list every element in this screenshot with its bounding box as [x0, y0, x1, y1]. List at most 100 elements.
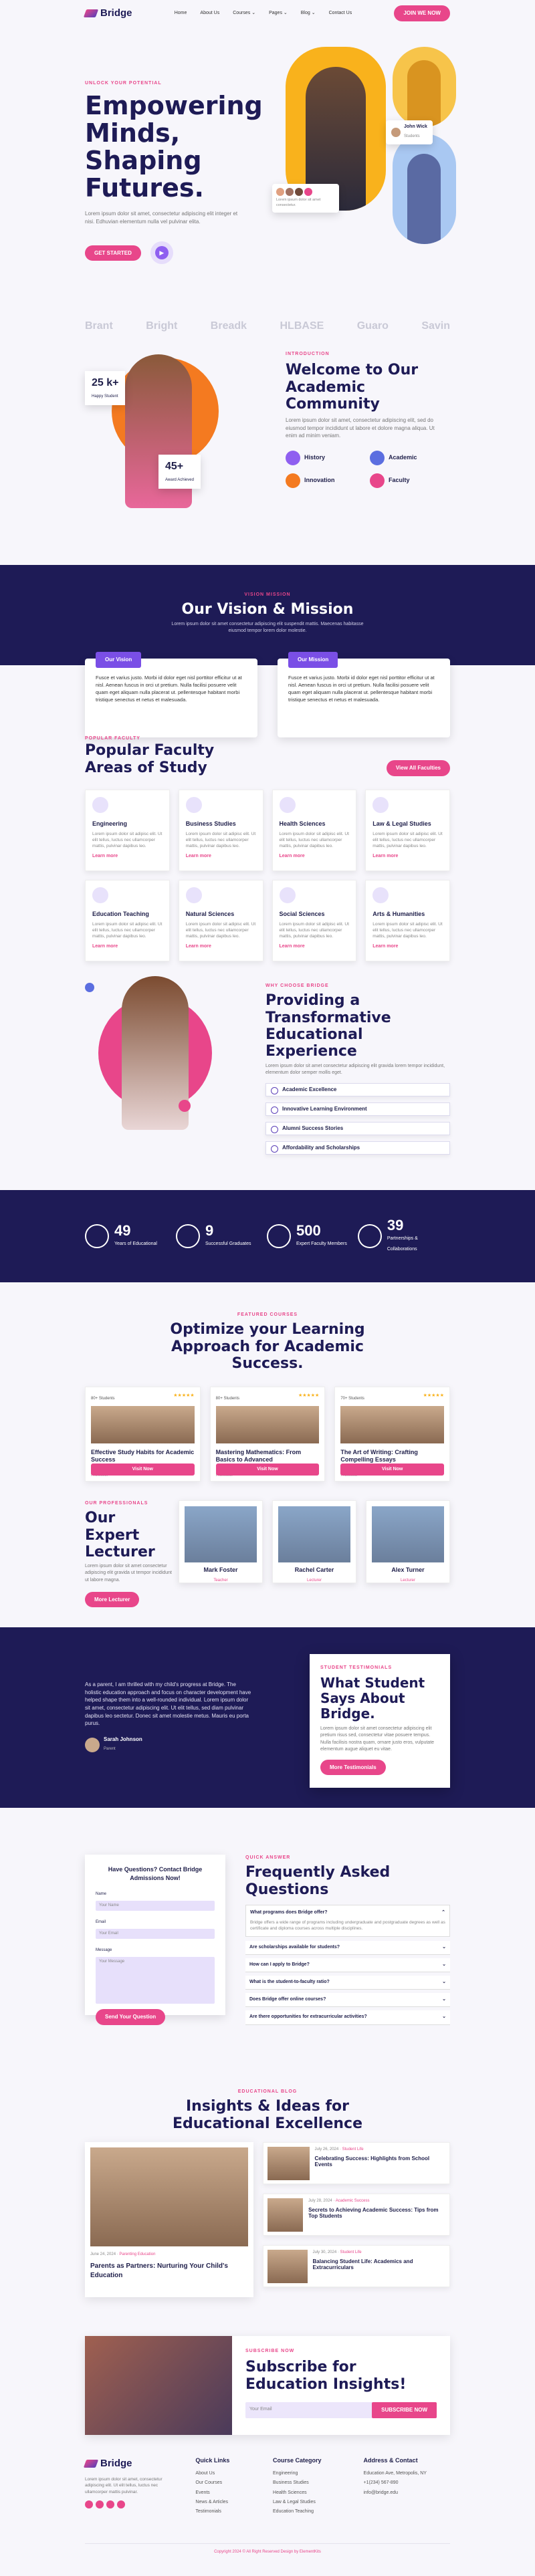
copyright: Copyright 2024 © All Right Reserved Desi… [85, 2543, 450, 2565]
avatar [391, 128, 401, 138]
testimonial-title: What Student Says About Bridge. [320, 1675, 425, 1722]
lecturer-card[interactable]: Alex Turner Lecturer [366, 1500, 450, 1584]
stat-partnerships: 39 Partnerships & Collaborations [358, 1218, 449, 1254]
rating-text: Lorem ipsum dolor sit amet consectetur. [276, 198, 321, 207]
cat-innovation: Innovation [286, 473, 362, 488]
nav-pages[interactable]: Pages ⌄ [269, 10, 288, 17]
course-card[interactable]: 80+ Students ★★★★★ Effective Study Habits … [85, 1387, 201, 1482]
faculty-tag: POPULAR FACULTY [85, 736, 140, 741]
footer-link[interactable]: Health Sciences [273, 2490, 346, 2496]
send-question-button[interactable]: Send Your Question [96, 2009, 166, 2025]
footer-link[interactable]: About Us [195, 2470, 255, 2477]
faq-item[interactable]: How can I apply to Bridge? ⌄ [245, 1958, 450, 1973]
faculty-card[interactable]: Engineering Lorem ipsum dolor sit adipisc… [85, 789, 170, 871]
student-name: John Wick [404, 124, 427, 129]
visit-now-button[interactable]: Visit Now [91, 1463, 195, 1476]
facebook-icon[interactable] [85, 2500, 93, 2509]
footer-link[interactable]: Our Courses [195, 2480, 255, 2486]
blog-card[interactable]: July 28, 2024 · Academic Success Secrets … [263, 2194, 450, 2236]
faculty-card[interactable]: Health Sciences Lorem ipsum dolor sit adi… [272, 789, 357, 871]
hero-title: Empowering Minds, Shaping Futures. [85, 91, 263, 203]
blog-card[interactable]: July 26, 2024 · Student Life Celebrating … [263, 2142, 450, 2185]
visit-now-button[interactable]: Visit Now [215, 1463, 320, 1476]
chevron-down-icon: ⌄ [442, 2014, 446, 2020]
email-input[interactable]: Your Email [96, 1929, 215, 1940]
faculty-area-icon [279, 887, 296, 903]
courses-title: Optimize your Learning Approach for Acad… [170, 1321, 365, 1372]
learn-more-link[interactable]: Learn more [92, 943, 163, 950]
footer-link[interactable]: Engineering [273, 2470, 346, 2477]
brand-logo[interactable]: Bridge [83, 6, 132, 21]
faq-item[interactable]: Are there opportunities for extracurricu… [245, 2010, 450, 2025]
chevron-down-icon: ⌄ [442, 1997, 446, 2002]
lecturer-card[interactable]: Mark Foster Teacher [179, 1500, 263, 1584]
stat-years: 49 Years of Educational [85, 1223, 176, 1249]
course-card[interactable]: 70+ Students ★★★★★ The Art of Writing: Cra… [334, 1387, 450, 1482]
faculty-card[interactable]: Arts & Humanities Lorem ipsum dolor sit a… [365, 879, 450, 961]
email-text[interactable]: info@bridge.edu [364, 2490, 450, 2496]
faculty-card[interactable]: Social Sciences Lorem ipsum dolor sit adi… [272, 879, 357, 961]
mission-label: Our Mission [288, 652, 338, 668]
learn-more-link[interactable]: Learn more [280, 943, 350, 950]
view-all-faculties-button[interactable]: View All Faculties [386, 760, 450, 776]
nav-home[interactable]: Home [175, 10, 187, 17]
learn-more-link[interactable]: Learn more [372, 853, 443, 860]
faculty-card[interactable]: Education Teaching Lorem ipsum dolor sit … [85, 879, 170, 961]
name-input[interactable]: Your Name [96, 1901, 215, 1911]
academic-icon [370, 451, 385, 465]
faculty-card[interactable]: Law & Legal Studies Lorem ipsum dolor sit… [365, 789, 450, 871]
history-icon [286, 451, 300, 465]
award-icon [85, 1224, 109, 1249]
lecturer-card[interactable]: Rachel Carter Lecturer [272, 1500, 356, 1584]
faq-section: Have Questions? Contact Bridge Admission… [85, 1808, 450, 2075]
footer-link[interactable]: Law & Legal Studies [273, 2499, 346, 2506]
footer-link[interactable]: Testimonials [195, 2508, 255, 2515]
nav-contact[interactable]: Contact Us [329, 10, 352, 17]
faq-item[interactable]: Are scholarships available for students?… [245, 1940, 450, 1956]
blog-image [268, 2250, 308, 2284]
faq-open-item[interactable]: What programs does Bridge offer? ⌃ Bridge… [245, 1904, 450, 1937]
feature-item: Academic Excellence [265, 1082, 450, 1096]
twitter-icon[interactable] [96, 2500, 104, 2509]
learn-more-link[interactable]: Learn more [372, 943, 443, 950]
more-lecturer-button[interactable]: More Lecturer [85, 1591, 140, 1608]
join-button[interactable]: JOIN WE NOW [394, 5, 450, 21]
subscribe-tag: SUBSCRIBE NOW [245, 2349, 295, 2354]
instagram-icon[interactable] [106, 2500, 114, 2509]
courses-section: FEATURED COURSES Optimize your Learning … [85, 1282, 450, 1487]
footer-link[interactable]: Events [195, 2490, 255, 2496]
faq-item[interactable]: Does Bridge offer online courses? ⌄ [245, 1993, 450, 2008]
linkedin-icon[interactable] [117, 2500, 125, 2509]
blog-main-card[interactable]: June 24, 2024 · Parenting Education Pare… [85, 2142, 253, 2298]
testimonial-section: As a parent, I am thrilled with my child… [0, 1627, 535, 1808]
footer-logo[interactable]: Bridge [83, 2456, 178, 2471]
learn-more-link[interactable]: Learn more [280, 853, 350, 860]
nav-about[interactable]: About Us [200, 10, 219, 17]
faculty-area-icon [279, 796, 296, 813]
blog-card[interactable]: July 30, 2024 · Student Life Balancing St… [263, 2245, 450, 2288]
visit-now-button[interactable]: Visit Now [340, 1463, 444, 1476]
faculty-card[interactable]: Business Studies Lorem ipsum dolor sit ad… [178, 789, 263, 871]
play-video-button[interactable]: ▶ [150, 241, 173, 265]
get-started-button[interactable]: GET STARTED [85, 245, 141, 261]
learn-more-link[interactable]: Learn more [186, 943, 256, 950]
phone-text[interactable]: +1(234) 567-890 [364, 2480, 450, 2486]
subscribe-button[interactable]: SUBSCRIBE NOW [372, 2402, 437, 2418]
learn-more-link[interactable]: Learn more [92, 853, 163, 860]
star-rating-icon: ★★★★★ [423, 1393, 444, 1399]
course-card[interactable]: 80+ Students ★★★★★ Mastering Mathematics: … [209, 1387, 326, 1482]
faculty-card[interactable]: Natural Sciences Lorem ipsum dolor sit ad… [178, 879, 263, 961]
faculty-area-icon [185, 887, 202, 903]
subscribe-email-input[interactable]: Your Email [245, 2402, 372, 2418]
more-testimonials-button[interactable]: More Testimonials [320, 1759, 386, 1776]
message-input[interactable]: Your Message [96, 1957, 215, 2004]
nav-blog[interactable]: Blog ⌄ [301, 10, 316, 17]
footer-link[interactable]: Education Teaching [273, 2508, 346, 2515]
faq-item[interactable]: What is the student-to-faculty ratio? ⌄ [245, 1976, 450, 1990]
lecturer-photo [185, 1506, 257, 1563]
footer-link[interactable]: News & Articles [195, 2499, 255, 2506]
nav-courses[interactable]: Courses ⌄ [233, 10, 255, 17]
learn-more-link[interactable]: Learn more [186, 853, 256, 860]
footer-link[interactable]: Business Studies [273, 2480, 346, 2486]
faculty-area-icon [185, 796, 202, 813]
